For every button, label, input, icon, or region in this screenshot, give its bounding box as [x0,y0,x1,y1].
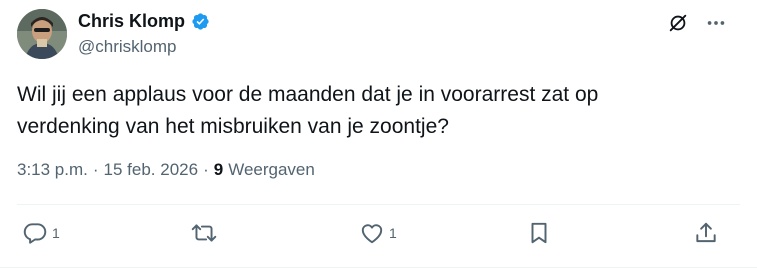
bookmark-icon [526,220,552,246]
meta-separator: · [203,160,209,179]
display-name[interactable]: Chris Klomp [78,10,185,32]
like-button[interactable]: 1 [359,220,397,246]
tweet-text: Wil jij een applaus voor de maanden dat … [17,83,599,138]
repost-icon [190,220,218,246]
share-button[interactable] [693,220,719,246]
post-meta: 3:13 p.m. · 15 feb. 2026 · 9 Weergaven [17,160,315,180]
views-count: 9 [213,160,224,179]
more-icon[interactable] [705,12,727,34]
verified-badge-icon [191,12,210,31]
bookmark-button[interactable] [526,220,552,246]
divider [17,204,740,205]
reply-icon [22,220,48,246]
reply-count: 1 [52,225,60,241]
like-icon [359,220,385,246]
grok-icon[interactable] [667,12,689,34]
action-bar: 1 1 [0,220,757,250]
meta-separator: · [92,160,99,179]
tweet: Chris Klomp @chrisklomp Wil jij een appl… [0,0,757,268]
name-row: Chris Klomp [78,10,210,32]
top-actions [667,12,727,34]
post-date[interactable]: 15 feb. 2026 [104,160,199,180]
post-time[interactable]: 3:13 p.m. [17,160,88,180]
like-count: 1 [389,225,397,241]
repost-button[interactable] [190,220,222,246]
views-label: Weergaven [228,160,315,179]
reply-button[interactable]: 1 [22,220,60,246]
share-icon [693,220,719,246]
handle[interactable]: @chrisklomp [78,36,177,58]
avatar[interactable] [17,9,67,59]
